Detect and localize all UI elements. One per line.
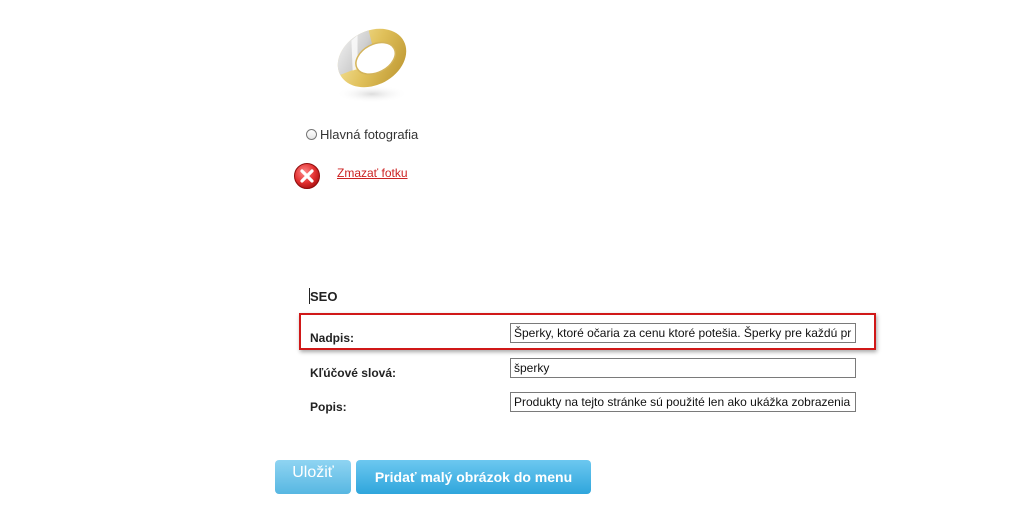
main-photo-radio[interactable] <box>306 129 317 140</box>
title-label: Nadpis: <box>310 331 355 345</box>
seo-keywords-input[interactable] <box>510 358 856 378</box>
seo-section-title: SEO <box>310 289 338 304</box>
add-menu-image-button[interactable]: Pridať malý obrázok do menu <box>356 460 591 494</box>
gold-ring-icon <box>336 28 408 103</box>
delete-photo-link[interactable]: Zmazať fotku <box>337 166 408 180</box>
seo-title-input[interactable] <box>510 323 856 343</box>
seo-description-input[interactable] <box>510 392 856 412</box>
keywords-label: Kľúčové slová: <box>310 366 396 380</box>
main-photo-label: Hlavná fotografia <box>320 127 419 142</box>
description-label: Popis: <box>310 400 347 414</box>
main-photo-option[interactable]: Hlavná fotografia <box>306 127 418 142</box>
save-button[interactable]: Uložiť <box>275 460 351 494</box>
delete-icon[interactable] <box>293 162 321 190</box>
